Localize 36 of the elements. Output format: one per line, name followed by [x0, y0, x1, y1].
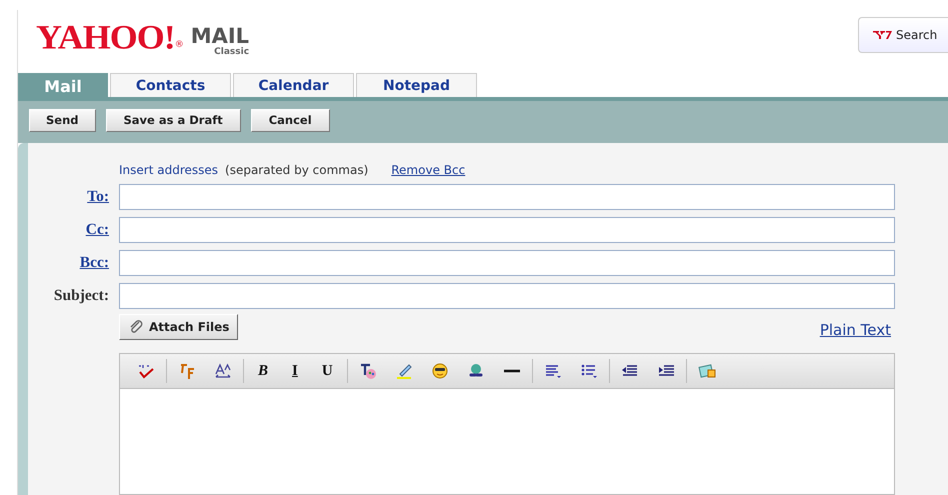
search-button[interactable]: Search [858, 17, 948, 53]
smiley-icon[interactable] [430, 362, 449, 380]
format-button[interactable]: U [310, 362, 345, 380]
field-label-link[interactable]: Cc: [86, 221, 109, 239]
logo-icon [873, 30, 893, 40]
registered-mark: ® [174, 40, 184, 50]
remove-bcc-link[interactable]: Remove Bcc [391, 163, 466, 177]
text-size-icon[interactable] [214, 362, 232, 380]
tab[interactable]: Contacts [110, 72, 231, 98]
field-label-link[interactable]: To: [87, 188, 109, 206]
format-button[interactable]: B [246, 362, 280, 380]
hint-text: (separated by commas) [225, 163, 368, 177]
spellcheck-icon[interactable] [137, 362, 155, 380]
action-button[interactable]: Save as a Draft [106, 108, 241, 132]
action-button[interactable]: Send [29, 108, 96, 132]
attach-files-button[interactable]: Attach Files [119, 314, 238, 340]
bullet-list-icon[interactable] [580, 362, 598, 380]
input-field[interactable] [119, 184, 895, 210]
plain-text-link[interactable]: Plain Text [820, 321, 891, 339]
edition-label: Classic [214, 47, 250, 57]
font-icon[interactable] [178, 362, 196, 380]
paperclip-icon [128, 319, 144, 335]
tab[interactable]: Notepad [356, 72, 477, 98]
input-field[interactable] [119, 250, 895, 276]
field-label: Subject: [54, 287, 109, 305]
input-field[interactable] [119, 283, 895, 309]
product-name: MAIL [190, 26, 250, 47]
format-button[interactable]: I [280, 362, 310, 380]
highlighter-icon[interactable] [394, 362, 413, 380]
action-button[interactable]: Cancel [250, 108, 330, 132]
insert-addresses-link[interactable]: Insert addresses [119, 163, 218, 177]
logo-text: YAHOO! [36, 20, 175, 54]
field-label-link[interactable]: Bcc: [80, 254, 109, 272]
text-color-icon[interactable] [358, 362, 377, 380]
tab[interactable]: Calendar [233, 72, 354, 98]
input-field[interactable] [119, 217, 895, 243]
